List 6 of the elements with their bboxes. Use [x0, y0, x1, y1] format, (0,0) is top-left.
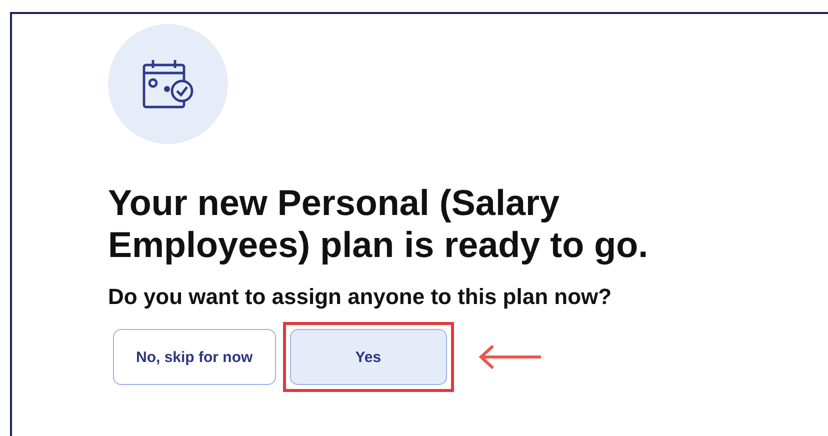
question-text: Do you want to assign anyone to this plan now?: [108, 284, 613, 310]
choice-button[interactable]: No, skip for now: [113, 329, 276, 385]
choice-button[interactable]: Yes: [290, 329, 447, 385]
heading: Your new Personal (Salary Employees) plan is ready to go.: [108, 182, 650, 266]
arrow-icon: [478, 344, 542, 370]
calendar-check-icon: [142, 58, 194, 110]
